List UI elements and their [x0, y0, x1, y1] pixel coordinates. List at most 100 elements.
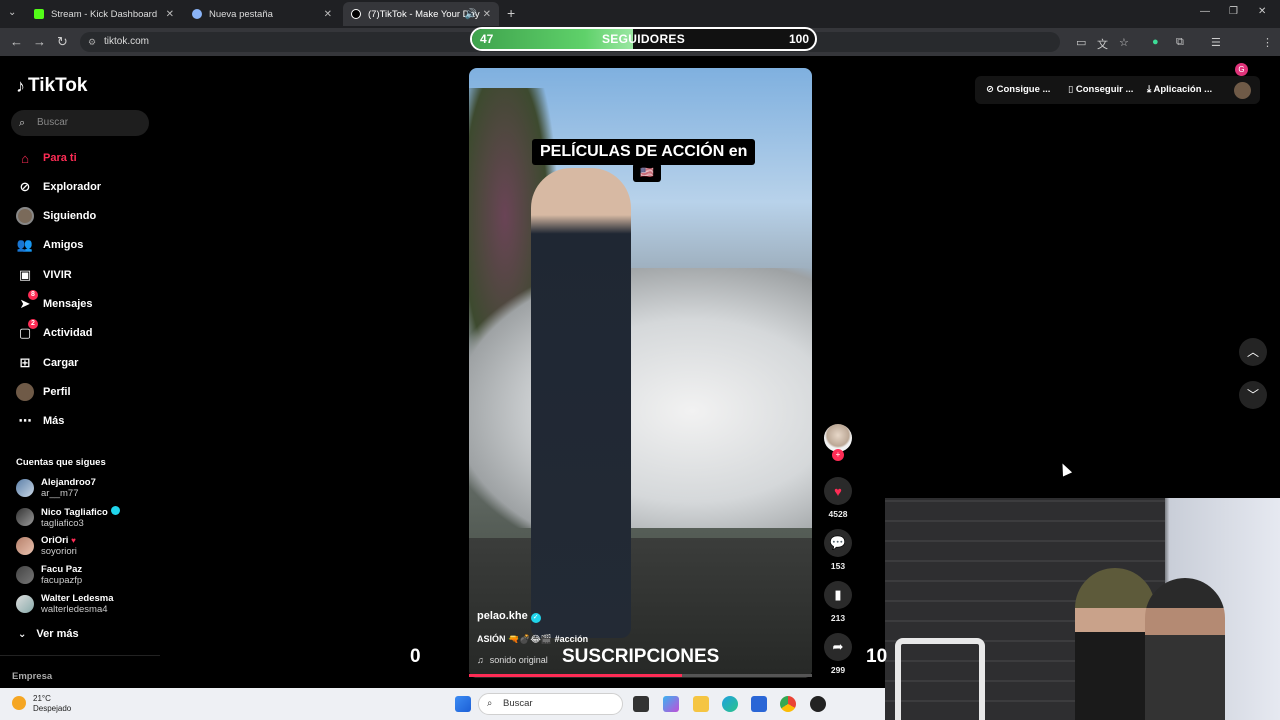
subs-current: 0: [410, 646, 421, 667]
follow-plus-icon[interactable]: +: [832, 449, 844, 461]
tab-label: (7)TikTok - Make Your Day: [368, 8, 480, 20]
file-explorer-icon[interactable]: [693, 696, 709, 712]
store-icon[interactable]: [751, 696, 767, 712]
get-app-button[interactable]: ▯ Conseguir ...: [1068, 84, 1133, 95]
windows-start-icon[interactable]: [455, 696, 471, 712]
see-more-label: Ver más: [36, 628, 79, 640]
previous-video-button[interactable]: ︿: [1239, 338, 1267, 366]
video-author[interactable]: pelao.khe ✓: [477, 610, 541, 623]
account-handle: ar__m77: [41, 488, 79, 499]
avatar: [16, 595, 34, 613]
copilot-icon[interactable]: [663, 696, 679, 712]
tab-label: Nueva pestaña: [209, 8, 273, 20]
tab-kick-dashboard[interactable]: Stream - Kick Dashboard ✕: [26, 2, 182, 26]
video-progress-bar[interactable]: [469, 674, 812, 677]
get-coins-button[interactable]: ⊘ Consigue ...: [986, 84, 1050, 95]
new-tab-button[interactable]: +: [507, 5, 515, 21]
sidebar-item-siguiendo[interactable]: Siguiendo: [16, 206, 96, 226]
sidebar-item-actividad[interactable]: ▢ 2 Actividad: [16, 319, 93, 343]
tiktok-logo[interactable]: ♪ TikTok: [16, 75, 87, 97]
app-button[interactable]: ⤓ Aplicación ...: [1147, 84, 1212, 95]
company-link[interactable]: Empresa: [12, 671, 52, 682]
avatar: [16, 566, 34, 584]
moon-icon: [12, 696, 26, 710]
account-name: Alejandroo7: [41, 477, 96, 488]
tab-list-icon[interactable]: ⌄: [8, 7, 16, 18]
bookmark-star-icon[interactable]: ☆: [1119, 36, 1129, 49]
chrome-icon[interactable]: [780, 696, 796, 712]
comment-button[interactable]: 💬 153: [822, 529, 854, 571]
app-icon[interactable]: [810, 696, 826, 712]
account-item[interactable]: Facu Paz facupazfp: [16, 562, 82, 588]
back-icon[interactable]: ←: [10, 34, 23, 49]
tab-tiktok[interactable]: (7)TikTok - Make Your Day 🔊 ✕: [343, 2, 499, 26]
tab-new-tab[interactable]: Nueva pestaña ✕: [184, 2, 340, 26]
profile-avatar[interactable]: G: [1235, 63, 1248, 76]
account-item[interactable]: Alejandroo7 ar__m77: [16, 475, 96, 501]
next-video-button[interactable]: ﹀: [1239, 381, 1267, 409]
webcam-person: [1145, 578, 1225, 720]
extensions-puzzle-icon[interactable]: ⧉: [1176, 36, 1184, 49]
close-icon[interactable]: ✕: [483, 9, 491, 20]
followers-current: 47: [480, 32, 494, 46]
account-item[interactable]: Nico Tagliafico tagliafico3: [16, 504, 120, 530]
speaker-icon[interactable]: 🔊: [465, 9, 477, 20]
sidebar-item-cargar[interactable]: ⊞ Cargar: [16, 353, 79, 373]
close-icon[interactable]: ✕: [166, 9, 174, 20]
account-name: Walter Ledesma: [41, 593, 114, 604]
window-close-icon[interactable]: ✕: [1258, 6, 1266, 17]
account-item[interactable]: OriOri ♥ soyoriori: [16, 533, 77, 559]
search-input[interactable]: ⌕ Buscar: [11, 110, 149, 136]
chevron-up-icon: ︿: [1246, 345, 1259, 359]
followers-label: SEGUIDORES: [602, 32, 686, 46]
account-item[interactable]: Walter Ledesma walterledesma4: [16, 591, 114, 617]
see-more-button[interactable]: ⌄ Ver más: [18, 628, 79, 640]
reading-list-icon[interactable]: ☰: [1211, 36, 1221, 49]
save-count: 213: [830, 613, 846, 623]
taskbar-search[interactable]: ⌕ Buscar: [478, 693, 623, 715]
creator-avatar[interactable]: [824, 424, 852, 452]
verified-icon: ✓: [530, 613, 541, 623]
like-button[interactable]: ♥ 4528: [822, 477, 854, 519]
globe-icon: [192, 9, 202, 19]
cast-icon[interactable]: ▭: [1076, 36, 1086, 49]
tiktok-favicon-icon: [351, 9, 361, 19]
nav-label: Amigos: [43, 239, 84, 251]
account-handle: soyoriori: [41, 546, 77, 557]
sidebar-item-mensajes[interactable]: ➤ 8 Mensajes: [16, 290, 93, 314]
get-app-label: Conseguir ...: [1075, 84, 1134, 95]
search-icon: ⌕: [19, 117, 26, 129]
nav-label: Mensajes: [43, 298, 93, 310]
sidebar-item-mas[interactable]: ⋯ Más: [16, 411, 65, 431]
extension-icon[interactable]: ●: [1152, 36, 1159, 48]
user-avatar[interactable]: [1234, 82, 1251, 99]
forward-icon[interactable]: →: [33, 34, 46, 49]
minimize-icon[interactable]: —: [1200, 6, 1210, 17]
url-text: tiktok.com: [104, 36, 150, 47]
chevron-down-icon: ﹀: [1246, 388, 1259, 402]
task-view-icon[interactable]: [633, 696, 649, 712]
share-button[interactable]: ➦ 299: [822, 633, 854, 675]
save-button[interactable]: ▮ 213: [822, 581, 854, 623]
sidebar-item-perfil[interactable]: Perfil: [16, 382, 71, 402]
sidebar-item-explorador[interactable]: ⊘ Explorador: [16, 177, 102, 197]
following-accounts-title: Cuentas que sigues: [16, 457, 106, 468]
search-icon: ⌕: [487, 698, 493, 709]
menu-kebab-icon[interactable]: ⋮: [1262, 36, 1273, 49]
sidebar-item-vivir[interactable]: ▣ VIVIR: [16, 265, 72, 285]
close-icon[interactable]: ✕: [324, 9, 332, 20]
comment-count: 153: [830, 561, 846, 571]
site-info-icon[interactable]: ⚙: [88, 32, 96, 52]
translate-icon[interactable]: 文: [1097, 36, 1108, 52]
nav-label: VIVIR: [43, 269, 72, 281]
reload-icon[interactable]: ↻: [57, 34, 68, 50]
edge-icon[interactable]: [722, 696, 738, 712]
sidebar-item-amigos[interactable]: 👥 Amigos: [16, 235, 83, 255]
chevron-down-icon: ⌄: [18, 629, 27, 640]
video-sound[interactable]: ♫ sonido original: [477, 655, 548, 665]
video-description[interactable]: ASIÓN 🔫💣😂🎬 #acción: [477, 634, 588, 645]
maximize-icon[interactable]: ❐: [1229, 6, 1238, 17]
sidebar-item-para-ti[interactable]: ⌂ Para ti: [16, 148, 77, 168]
verified-icon: [110, 505, 120, 515]
activity-badge: 2: [28, 319, 38, 329]
